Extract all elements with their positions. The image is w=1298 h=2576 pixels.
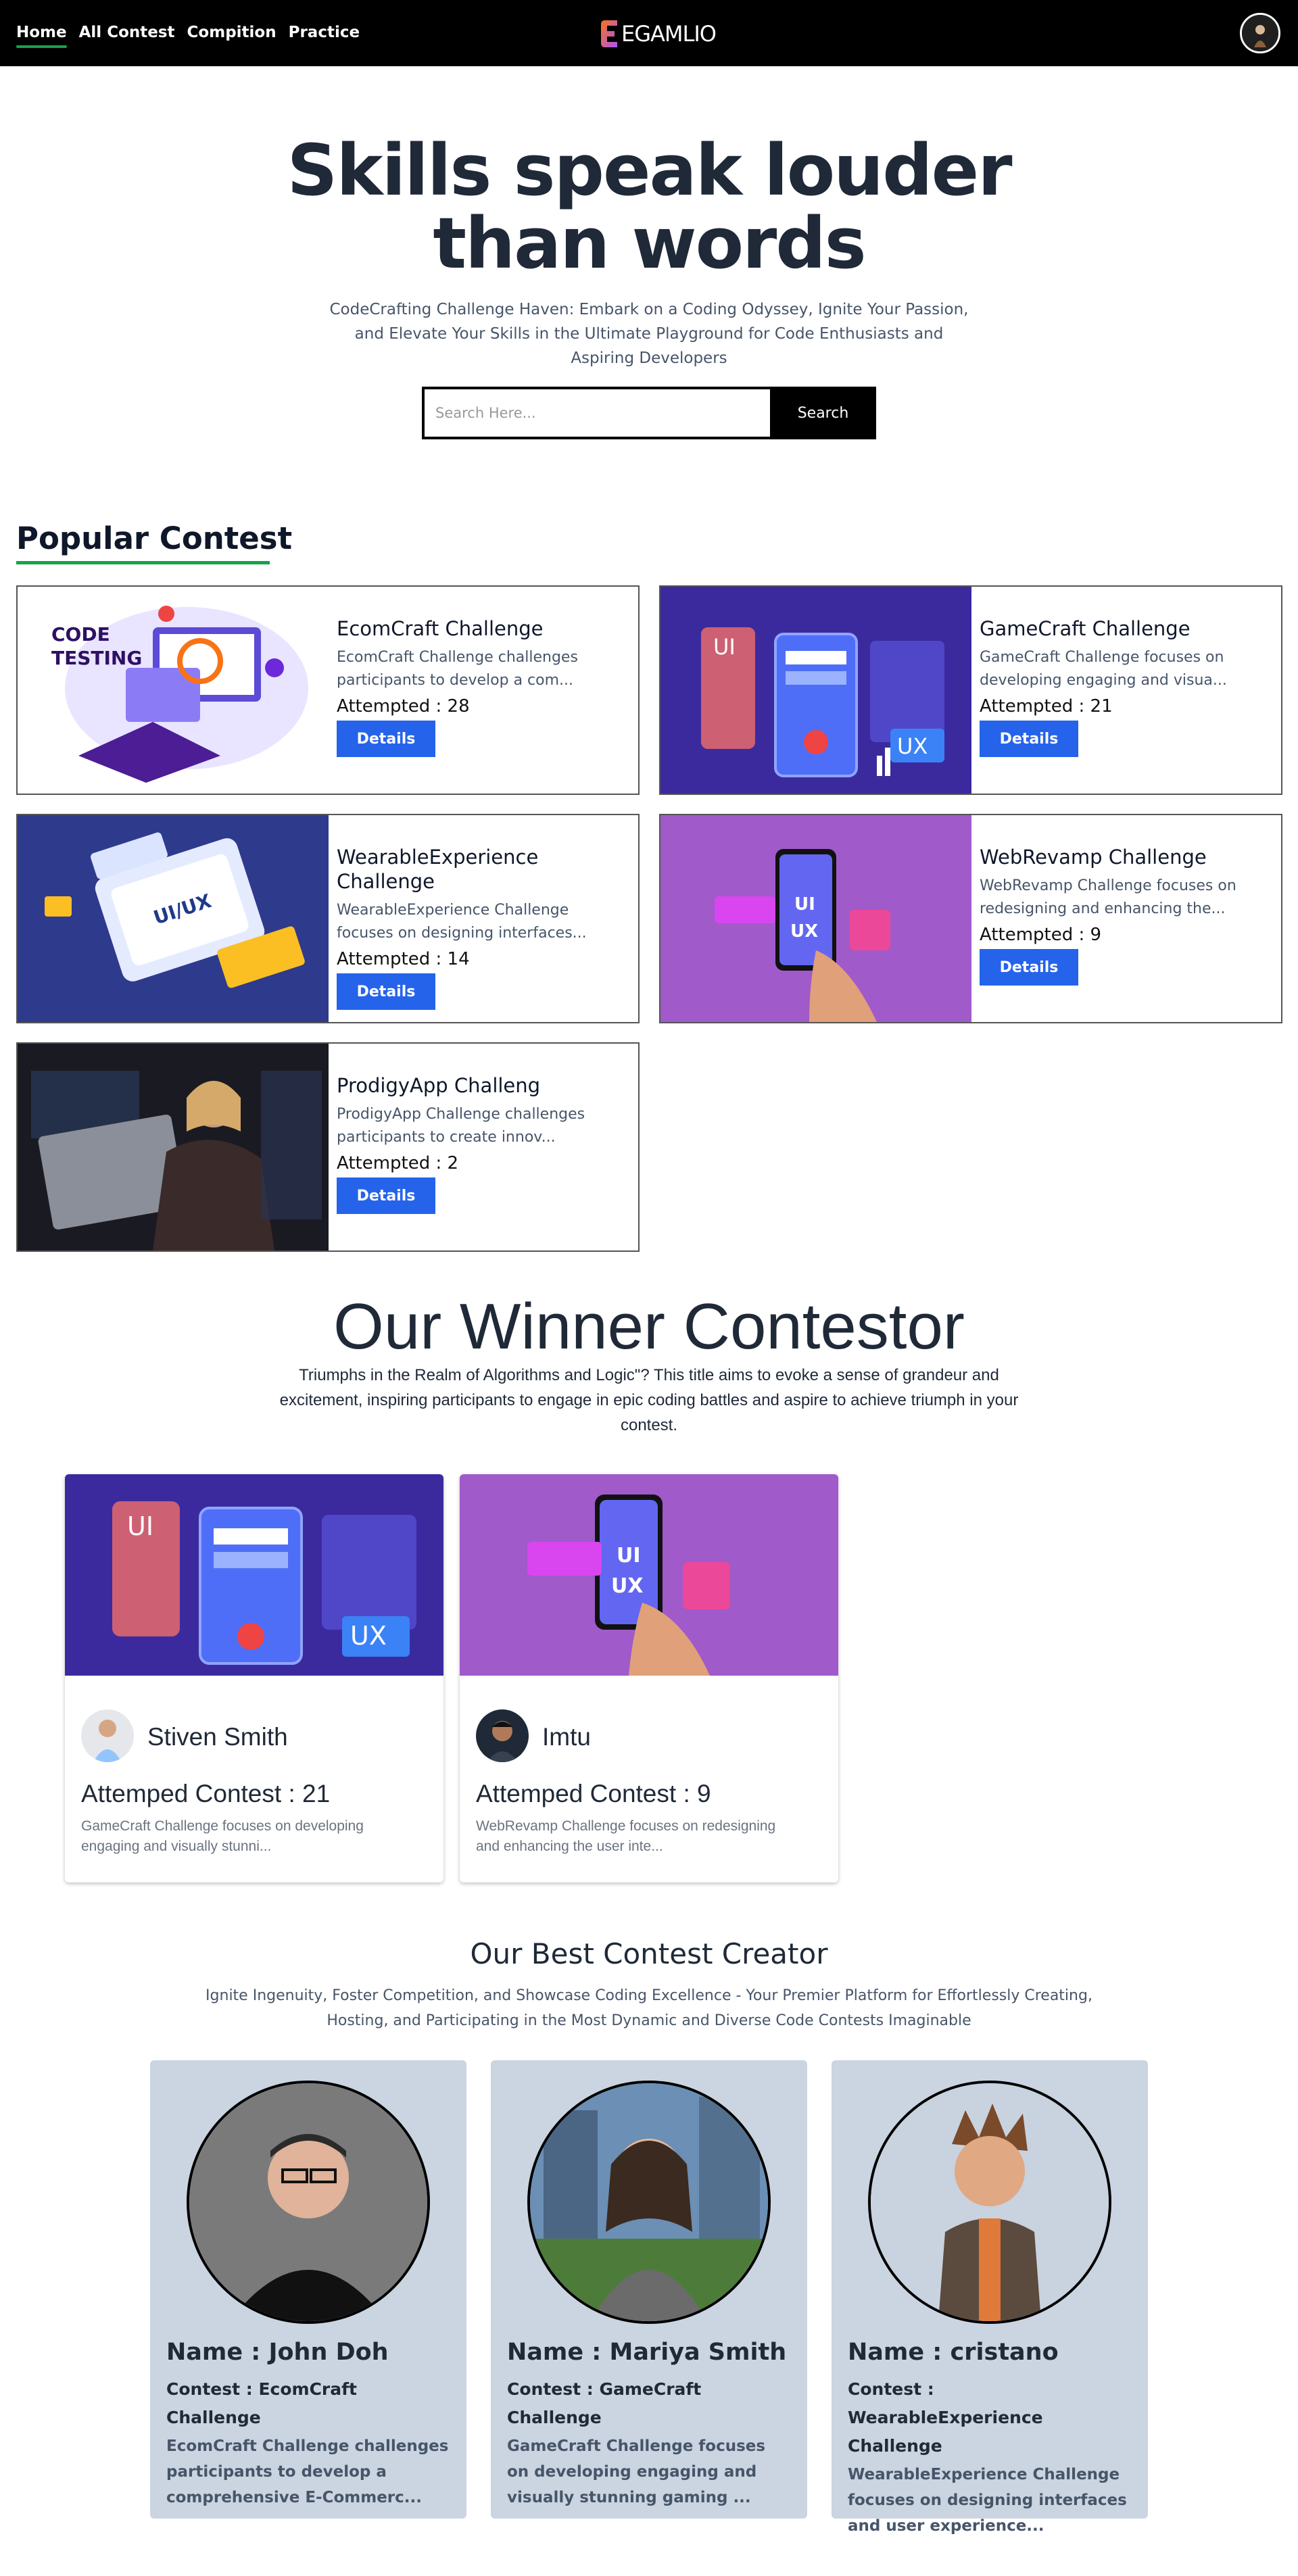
card-desc: GameCraft Challenge focuses on developin…	[980, 649, 1227, 689]
code-testing-illustration: CODE TESTING	[18, 587, 329, 794]
search-button[interactable]: Search	[770, 387, 876, 439]
creator-desc: EcomCraft Challenge challenges participa…	[166, 2437, 449, 2506]
nav-link-home[interactable]: Home	[16, 22, 67, 48]
creator-card-john[interactable]: Name : John Doh Contest : EcomCraft Chal…	[150, 2060, 466, 2519]
creator-card-cristano[interactable]: Name : cristano Contest : WearableExperi…	[832, 2060, 1148, 2535]
card-desc: WearableExperience Challenge focuses on …	[337, 902, 587, 942]
logo[interactable]: EGAMLIO	[598, 15, 717, 53]
creator-desc: GameCraft Challenge focuses on developin…	[507, 2437, 766, 2506]
card-body: ProdigyApp Challeng ProdigyApp Challenge…	[329, 1044, 638, 1250]
creator-name: Name : cristano	[848, 2339, 1059, 2366]
svg-text:TESTING: TESTING	[51, 647, 142, 669]
svg-text:UI: UI	[713, 634, 736, 660]
winner-desc: GameCraft Challenge focuses on developin…	[81, 1818, 364, 1854]
contest-card-wearable: UI/UX WearableExperience Challenge Weara…	[16, 814, 640, 1023]
creator-section-subtitle: Ignite Ingenuity, Foster Competition, an…	[206, 1987, 1092, 2029]
creator-contest-label: Contest : WearableExperience Challenge	[848, 2379, 1043, 2456]
card-desc: WebRevamp Challenge focuses on redesigni…	[980, 877, 1236, 917]
card-attempted: Attempted : 14	[337, 949, 470, 969]
navbar: Home All Contest Compition Practice EGAM…	[0, 0, 1298, 66]
creator-photo	[187, 2081, 430, 2324]
popular-contest-title: Popular Contest	[16, 520, 293, 556]
winner-desc: WebRevamp Challenge focuses on redesigni…	[476, 1818, 776, 1854]
contest-card-gamecraft: UI UX GameCraft Challenge GameCraft Chal…	[659, 585, 1282, 795]
developer-laptop-photo	[18, 1044, 329, 1250]
logo-text: EGAMLIO	[621, 21, 717, 47]
nav-links: Home All Contest Compition Practice	[16, 22, 360, 48]
contest-card-webrevamp: UI UX WebRevamp Challenge WebRevamp Chal…	[659, 814, 1282, 1023]
card-body: GameCraft Challenge GameCraft Challenge …	[971, 587, 1281, 794]
details-button[interactable]: Details	[980, 721, 1078, 757]
creator-photo	[868, 2081, 1111, 2324]
card-title: GameCraft Challenge	[980, 617, 1191, 640]
card-body: WebRevamp Challenge WebRevamp Challenge …	[971, 815, 1281, 1022]
svg-text:UI: UI	[127, 1511, 153, 1541]
ui-ux-phone-illustration: UI/UX	[18, 815, 329, 1022]
user-avatar[interactable]	[1240, 13, 1280, 53]
creator-contest: Contest : GameCraft Challenge GameCraft …	[507, 2375, 791, 2510]
creator-desc: WearableExperience Challenge focuses on …	[848, 2466, 1127, 2535]
hero-title-line1: Skills speak louder	[287, 129, 1013, 212]
ui-ux-illustration: UI UX	[65, 1474, 443, 1676]
svg-text:UX: UX	[350, 1621, 387, 1651]
avatar	[476, 1709, 529, 1762]
contest-card-ecomcraft: CODE TESTING EcomCraft Challenge EcomCra…	[16, 585, 640, 795]
creator-section-title: Our Best Contest Creator	[470, 1937, 828, 1970]
search-box: Search	[422, 387, 876, 439]
creator-card-mariya[interactable]: Name : Mariya Smith Contest : GameCraft …	[491, 2060, 807, 2519]
phone-hand-illustration: UI UX	[660, 815, 971, 1022]
svg-text:CODE: CODE	[51, 623, 110, 646]
details-button[interactable]: Details	[337, 973, 435, 1010]
svg-text:UX: UX	[790, 921, 818, 942]
creator-name: Name : John Doh	[166, 2339, 389, 2366]
hero-subtitle: CodeCrafting Challenge Haven: Embark on …	[329, 301, 969, 367]
svg-text:UX: UX	[611, 1574, 644, 1598]
details-button[interactable]: Details	[980, 949, 1078, 986]
card-title: WearableExperience Challenge	[337, 846, 539, 893]
winner-attempted: Attemped Contest : 21	[81, 1780, 331, 1807]
card-attempted: Attempted : 2	[337, 1153, 459, 1173]
card-title: ProdigyApp Challeng	[337, 1074, 541, 1097]
nav-link-practice[interactable]: Practice	[289, 22, 360, 43]
card-body: WearableExperience Challenge WearableExp…	[329, 815, 638, 1022]
logo-icon	[601, 20, 617, 47]
creator-photo	[527, 2081, 771, 2324]
card-body: EcomCraft Challenge EcomCraft Challenge …	[329, 587, 638, 794]
hero-title: Skills speak louder than words	[243, 134, 1055, 280]
phone-hand-illustration: UI UX	[460, 1474, 838, 1676]
svg-text:UI: UI	[617, 1544, 641, 1568]
card-attempted: Attempted : 28	[337, 696, 470, 716]
hero-title-line2: than words	[433, 202, 866, 285]
section-underline	[16, 561, 270, 564]
svg-text:UI: UI	[794, 894, 815, 915]
details-button[interactable]: Details	[337, 721, 435, 757]
creator-contest: Contest : WearableExperience Challenge W…	[848, 2375, 1132, 2539]
winner-card-imtu[interactable]: UI UX Imtu Attemped Contest : 9 WebRevam…	[460, 1474, 838, 1882]
avatar	[81, 1709, 134, 1762]
svg-text:UX: UX	[897, 733, 928, 759]
creator-contest: Contest : EcomCraft Challenge EcomCraft …	[166, 2375, 450, 2510]
card-title: WebRevamp Challenge	[980, 846, 1207, 869]
card-attempted: Attempted : 21	[980, 696, 1113, 716]
card-attempted: Attempted : 9	[980, 925, 1102, 945]
winner-attempted: Attemped Contest : 9	[476, 1780, 711, 1807]
card-desc: EcomCraft Challenge challenges participa…	[337, 649, 578, 689]
nav-link-all-contest[interactable]: All Contest	[79, 22, 175, 43]
nav-link-compition[interactable]: Compition	[187, 22, 277, 43]
card-desc: ProdigyApp Challenge challenges particip…	[337, 1106, 585, 1146]
card-title: EcomCraft Challenge	[337, 617, 544, 640]
details-button[interactable]: Details	[337, 1177, 435, 1214]
winner-name: Imtu	[542, 1723, 591, 1751]
creator-contest-label: Contest : EcomCraft Challenge	[166, 2379, 357, 2427]
winner-name: Stiven Smith	[147, 1723, 288, 1751]
winner-card-stiven[interactable]: UI UX Stiven Smith Attemped Contest : 21…	[65, 1474, 443, 1882]
search-input[interactable]	[422, 387, 770, 439]
winner-section-title: Our Winner Contestor	[333, 1290, 965, 1363]
contest-card-prodigyapp: ProdigyApp Challeng ProdigyApp Challenge…	[16, 1042, 640, 1252]
ui-ux-illustration: UI UX	[660, 587, 971, 794]
creator-contest-label: Contest : GameCraft Challenge	[507, 2379, 702, 2427]
winner-section-subtitle: Triumphs in the Realm of Algorithms and …	[279, 1366, 1019, 1434]
creator-name: Name : Mariya Smith	[507, 2339, 787, 2366]
